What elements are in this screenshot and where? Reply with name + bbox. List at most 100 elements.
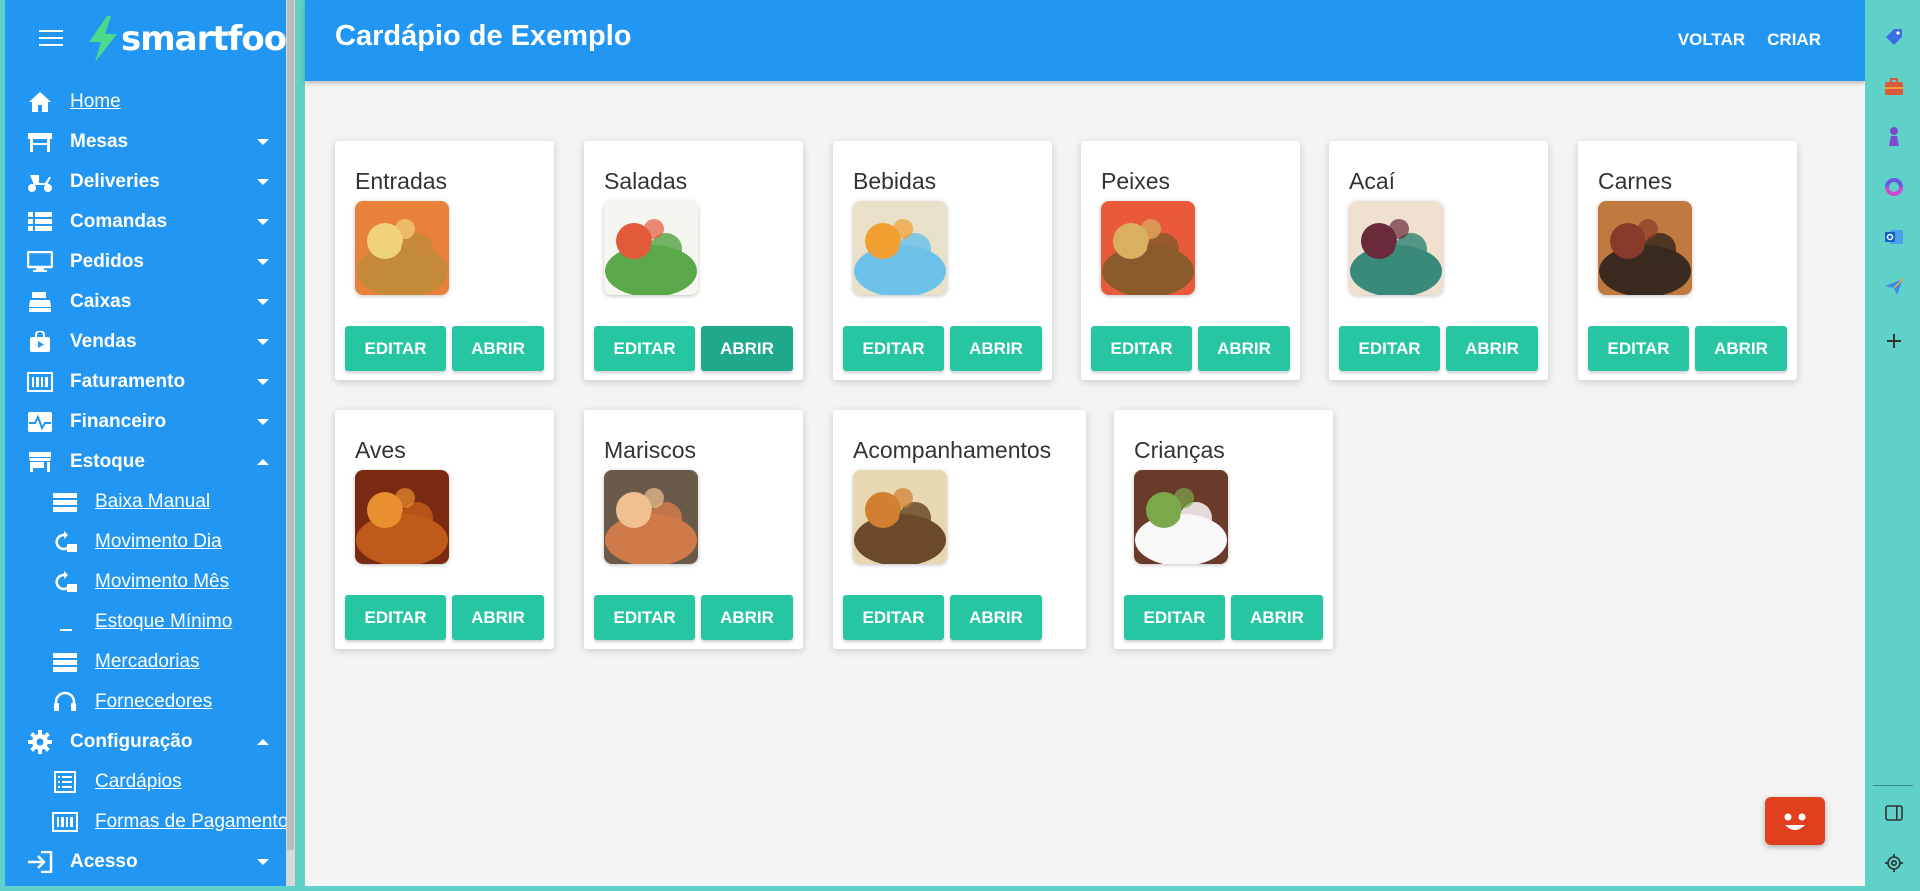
menu-category-card: Crianças EDITAR ABRIR (1114, 410, 1333, 649)
sidebar-item-vendas[interactable]: Vendas (5, 322, 295, 362)
sidebar-subitem-mercadorias[interactable]: Mercadorias (5, 642, 295, 682)
edit-button[interactable]: EDITAR (843, 326, 944, 371)
create-button[interactable]: CRIAR (1767, 30, 1821, 50)
chatbot-button[interactable] (1765, 797, 1825, 845)
shopping-bag-icon (27, 330, 53, 354)
sidebar-item-acesso[interactable]: Acesso (5, 842, 295, 882)
sidebar-item-caixas[interactable]: Caixas (5, 282, 295, 322)
open-button[interactable]: ABRIR (950, 595, 1042, 640)
sidebar: smartfood Home Mesas Deliveries Comandas… (5, 0, 295, 886)
sidebar-item-label: Financeiro (70, 411, 167, 432)
sidebar-scrollbar[interactable] (286, 0, 295, 886)
login-icon (27, 850, 53, 874)
headset-icon (51, 691, 79, 713)
sidebar-subitem-movimento-mes[interactable]: Movimento Mês (5, 562, 295, 602)
sidebar-item-faturamento[interactable]: Faturamento (5, 362, 295, 402)
gear-icon (27, 730, 53, 754)
chevron-up-icon (257, 459, 269, 465)
panel-icon[interactable] (1883, 802, 1905, 824)
sidebar-item-deliveries[interactable]: Deliveries (5, 162, 295, 202)
card-title: Carnes (1598, 168, 1673, 194)
sidebar-item-label: Vendas (70, 331, 137, 352)
cash-register-icon (27, 290, 53, 314)
card-title: Mariscos (604, 437, 697, 463)
sidebar-subitem-movimento-dia[interactable]: Movimento Dia (5, 522, 295, 562)
edit-button[interactable]: EDITAR (1339, 326, 1440, 371)
open-button[interactable]: ABRIR (950, 326, 1042, 371)
sidebar-subitem-estoque-minimo[interactable]: Estoque Mínimo (5, 602, 295, 642)
gear-icon[interactable] (1883, 852, 1905, 874)
open-button[interactable]: ABRIR (1695, 326, 1787, 371)
sidebar-item-estoque[interactable]: Estoque (5, 442, 295, 482)
category-image (1134, 470, 1228, 564)
category-image (853, 470, 947, 564)
outlook-icon[interactable] (1883, 226, 1905, 248)
sidebar-subitem-baixa-manual[interactable]: Baixa Manual (5, 482, 295, 522)
category-image (1349, 201, 1443, 295)
menu-category-card: Acaí EDITAR ABRIR (1329, 141, 1548, 380)
sidebar-item-label: Faturamento (70, 371, 186, 392)
open-button[interactable]: ABRIR (452, 326, 544, 371)
refresh-icon (51, 571, 79, 593)
edit-button[interactable]: EDITAR (594, 595, 695, 640)
category-image (1101, 201, 1195, 295)
main-content: Cardápio de Exemplo VOLTAR CRIAR Entrada… (305, 0, 1865, 886)
open-button[interactable]: ABRIR (1198, 326, 1290, 371)
open-button[interactable]: ABRIR (701, 326, 793, 371)
server-icon (51, 651, 79, 673)
barcode-icon (27, 370, 53, 394)
chess-icon[interactable] (1883, 126, 1905, 148)
sidebar-subitem-label: Mercadorias (95, 651, 200, 672)
briefcase-icon[interactable] (1883, 76, 1905, 98)
sidebar-subitem-formas-pagamento[interactable]: Formas de Pagamento (5, 802, 295, 842)
sidebar-item-mesas[interactable]: Mesas (5, 122, 295, 162)
open-button[interactable]: ABRIR (701, 595, 793, 640)
sidebar-subitem-fornecedores[interactable]: Fornecedores (5, 682, 295, 722)
open-button[interactable]: ABRIR (1446, 326, 1538, 371)
edit-button[interactable]: EDITAR (1588, 326, 1689, 371)
sidebar-item-label: Pedidos (70, 251, 144, 272)
plus-icon[interactable] (1883, 330, 1905, 352)
edit-button[interactable]: EDITAR (345, 326, 446, 371)
menu-category-card: Bebidas EDITAR ABRIR (833, 141, 1052, 380)
edit-button[interactable]: EDITAR (1091, 326, 1192, 371)
edit-button[interactable]: EDITAR (345, 595, 446, 640)
copilot-icon[interactable] (1883, 176, 1905, 198)
monitor-icon (27, 250, 53, 274)
page-title: Cardápio de Exemplo (335, 20, 632, 52)
scrollbar-thumb[interactable] (287, 0, 294, 850)
list-icon (51, 771, 79, 793)
back-button[interactable]: VOLTAR (1678, 30, 1745, 50)
category-image (355, 470, 449, 564)
menu-category-card: Acompanhamentos EDITAR ABRIR (833, 410, 1086, 649)
chevron-down-icon (257, 859, 269, 865)
category-image (853, 201, 947, 295)
send-icon[interactable] (1883, 276, 1905, 298)
tag-icon[interactable] (1883, 26, 1905, 48)
refresh-icon (51, 531, 79, 553)
sidebar-item-configuracao[interactable]: Configuração (5, 722, 295, 762)
edit-button[interactable]: EDITAR (843, 595, 944, 640)
open-button[interactable]: ABRIR (452, 595, 544, 640)
sidebar-item-label: Configuração (70, 731, 193, 752)
edit-button[interactable]: EDITAR (1124, 595, 1225, 640)
card-title: Acompanhamentos (853, 437, 1052, 463)
sidebar-item-home[interactable]: Home (5, 82, 295, 122)
sidebar-item-comandas[interactable]: Comandas (5, 202, 295, 242)
chevron-down-icon (257, 179, 269, 185)
sidebar-item-label: Comandas (70, 211, 168, 232)
sidebar-item-label: Mesas (70, 131, 129, 152)
sidebar-item-pedidos[interactable]: Pedidos (5, 242, 295, 282)
hamburger-menu-icon[interactable] (39, 30, 63, 48)
menu-category-card: Peixes EDITAR ABRIR (1081, 141, 1300, 380)
sidebar-item-label: Deliveries (70, 171, 160, 192)
sidebar-subitem-cardapios[interactable]: Cardápios (5, 762, 295, 802)
sidebar-subitem-label: Fornecedores (95, 691, 213, 712)
store-icon (27, 450, 53, 474)
sidebar-item-financeiro[interactable]: Financeiro (5, 402, 295, 442)
logo[interactable]: smartfood (81, 14, 295, 64)
open-button[interactable]: ABRIR (1231, 595, 1323, 640)
table-icon (27, 130, 53, 154)
chevron-down-icon (257, 139, 269, 145)
edit-button[interactable]: EDITAR (594, 326, 695, 371)
